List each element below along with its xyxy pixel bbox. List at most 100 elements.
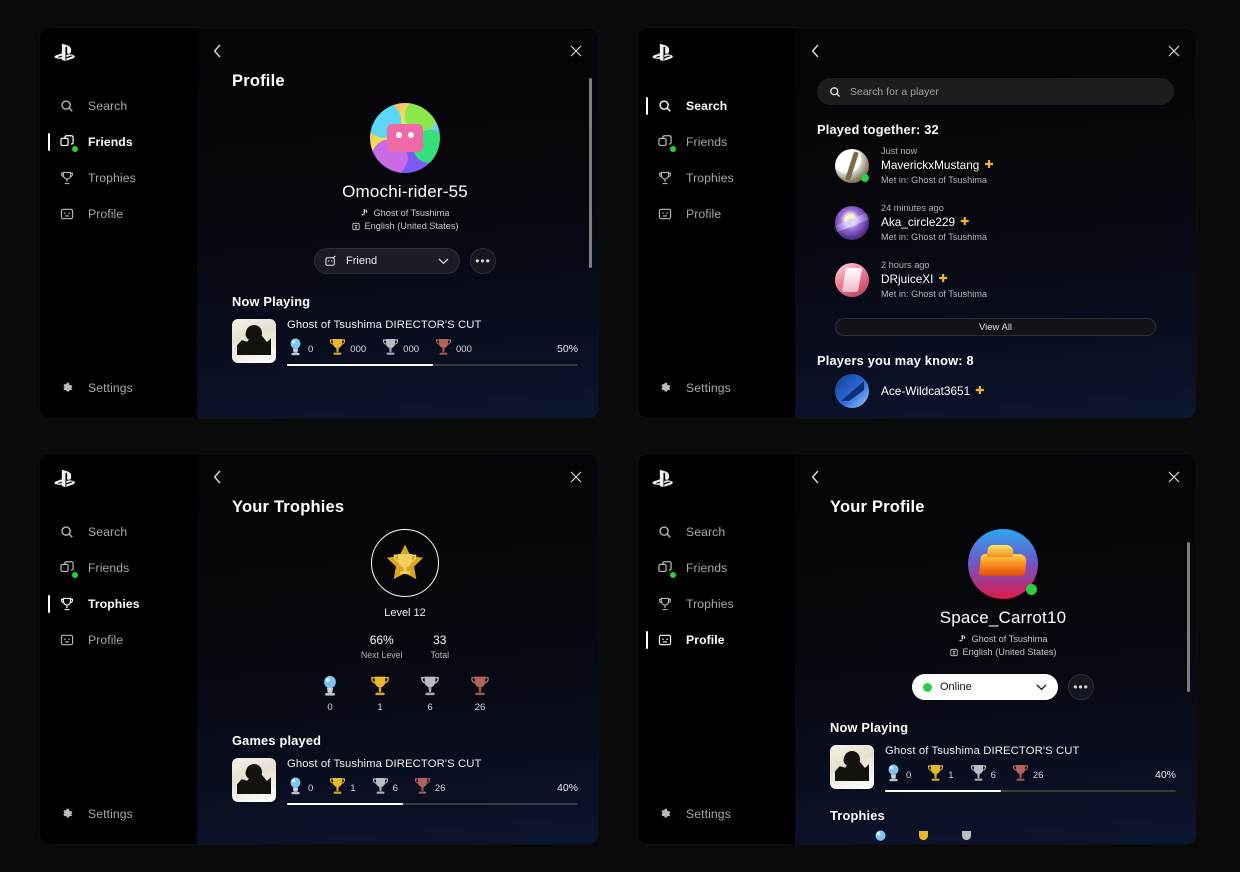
back-button[interactable] [805,41,825,61]
platinum-count: 0 [308,344,314,355]
close-button[interactable] [566,467,586,487]
chevron-down-icon [1036,683,1047,691]
friend-check-icon [325,255,338,268]
sidebar-item-settings[interactable]: Settings [40,370,197,406]
game-title: Ghost of Tsushima DIRECTOR'S CUT [885,745,1080,757]
profile-header: Omochi-rider-55 Ghost of Tsushima Englis… [232,103,578,274]
online-status-dot [923,682,932,692]
sidebar: Search Friends Trophies Profile Settings [638,28,795,418]
avatar [835,205,869,240]
gold-trophy-cell: 1 [370,674,390,713]
sidebar-item-profile[interactable]: Profile [40,196,197,232]
online-status-dropdown[interactable]: Online [912,674,1058,700]
sidebar-item-search[interactable]: Search [40,88,197,124]
silver-trophy-cell: 6 [970,763,996,783]
back-button[interactable] [207,41,227,61]
game-meta: Ghost of Tsushima [232,208,578,218]
game-row[interactable]: Ghost of Tsushima DIRECTOR'S CUT 0 1 6 2… [232,758,578,805]
more-options-button[interactable]: ••• [470,248,496,274]
gold-count: 1 [948,770,954,781]
sidebar-item-friends[interactable]: Friends [638,550,795,586]
friend-status-dropdown[interactable]: Friend [314,248,460,274]
playstation-logo-icon [52,468,78,490]
list-item[interactable]: Ace-Wildcat3651 ✚ [817,368,1174,417]
sidebar-item-label: Friends [88,561,130,575]
ps-plus-badge-icon: ✚ [938,272,948,285]
scrollbar-thumb[interactable] [1187,542,1190,692]
view-all-button[interactable]: View All [835,318,1156,336]
platinum-trophy-icon [885,763,902,783]
trophy-icon [59,596,75,612]
sidebar-item-settings[interactable]: Settings [638,370,795,406]
game-cover-art [232,758,276,802]
page-title: Profile [232,72,285,90]
language-icon [352,221,361,231]
sidebar-item-profile[interactable]: Profile [638,196,795,232]
game-info: Ghost of Tsushima DIRECTOR'S CUT 0 000 0… [287,319,578,366]
close-button[interactable] [1164,41,1184,61]
sidebar-item-label: Settings [88,381,133,395]
game-info: Ghost of Tsushima DIRECTOR'S CUT 0 1 6 2… [287,758,578,805]
more-options-button[interactable]: ••• [1068,674,1094,700]
sidebar-nav: Search Friends Trophies Profile [40,514,197,658]
scrollbar-thumb[interactable] [589,78,592,268]
sidebar-item-search[interactable]: Search [638,514,795,550]
list-item[interactable]: 24 minutes ago Aka_circle229 ✚ Met in: G… [817,194,1174,251]
search-input[interactable] [850,85,1162,98]
completion-percent: 50% [556,343,578,355]
sidebar-item-trophies[interactable]: Trophies [40,586,197,622]
close-button[interactable] [1164,467,1184,487]
sidebar-item-search[interactable]: Search [638,88,795,124]
sidebar-item-search[interactable]: Search [40,514,197,550]
sidebar-item-friends[interactable]: Friends [40,550,197,586]
panel-content: Profile Omochi-rider-55 Ghost of Tsushim… [197,28,598,418]
language-icon [950,647,959,657]
sidebar-item-trophies[interactable]: Trophies [638,160,795,196]
profile-actions: Friend ••• [232,248,578,274]
language-meta-label: English (United States) [962,647,1057,657]
sidebar-item-friends[interactable]: Friends [638,124,795,160]
sidebar-item-label: Search [686,525,726,539]
game-cover-art [830,745,874,789]
silver-trophy-icon [420,674,440,698]
scrollbar[interactable] [1187,504,1190,834]
list-item[interactable]: 2 hours ago DRjuiceXI ✚ Met in: Ghost of… [817,251,1174,308]
platinum-trophy-icon [320,674,340,698]
progress-fill [287,364,433,366]
topbar [197,28,598,72]
avatar[interactable] [370,103,440,173]
player-name: Ace-Wildcat3651 [881,384,971,398]
friends-icon [59,560,78,578]
gold-trophy-icon [329,337,346,357]
sidebar-item-label: Settings [686,807,731,821]
close-button[interactable] [566,41,586,61]
sidebar-item-settings[interactable]: Settings [40,796,197,832]
bronze-trophy-icon [435,337,452,357]
search-panel: Search Friends Trophies Profile Settings… [638,28,1196,418]
sidebar-item-profile[interactable]: Profile [40,622,197,658]
now-playing-title: Now Playing [830,720,909,735]
scrollbar[interactable] [589,78,592,408]
sidebar-item-settings[interactable]: Settings [638,796,795,832]
ps-plus-badge-icon: ✚ [975,384,985,397]
sidebar-item-trophies[interactable]: Trophies [40,160,197,196]
sidebar-item-friends[interactable]: Friends [40,124,197,160]
silver-trophy-cell: 6 [420,674,440,713]
sidebar-item-trophies[interactable]: Trophies [638,586,795,622]
player-met-in: Met in: Ghost of Tsushima [881,232,988,242]
list-item[interactable]: Just now MaverickxMustang ✚ Met in: Ghos… [817,137,1174,194]
back-button[interactable] [805,467,825,487]
back-button[interactable] [207,467,227,487]
player-info: 2 hours ago DRjuiceXI ✚ Met in: Ghost of… [881,260,987,299]
game-row[interactable]: Ghost of Tsushima DIRECTOR'S CUT 0 1 6 2… [830,745,1176,792]
gold-trophy-icon [915,829,932,844]
player-search-box[interactable] [817,78,1174,105]
game-row[interactable]: Ghost of Tsushima DIRECTOR'S CUT 0 000 0… [232,319,578,366]
sidebar-item-profile[interactable]: Profile [638,622,795,658]
sidebar-item-label: Search [88,525,128,539]
sidebar-item-label: Search [88,99,128,113]
online-status-dot [1026,584,1037,595]
avatar[interactable] [968,529,1038,599]
trophy-summary-peek [830,829,1176,844]
page-title: Your Profile [830,498,925,516]
